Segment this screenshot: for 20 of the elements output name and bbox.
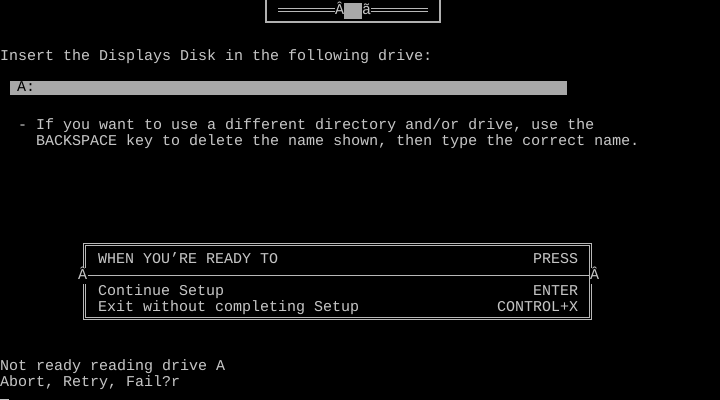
- console-text: Abort, Retry, Fail?r: [0, 374, 182, 391]
- option-text: Exit without completing Setup: [98, 300, 360, 316]
- key-text: CONTROL+X: [496, 300, 578, 316]
- column-header: WHEN YOU’RE READY TO: [98, 252, 278, 268]
- glyph-text: Â: [590, 268, 599, 284]
- text-cursor: [0, 398, 9, 400]
- double-line: [371, 8, 428, 12]
- drive-field[interactable]: A:: [10, 80, 567, 95]
- option-text: Continue Setup: [98, 284, 224, 300]
- glyph-text: ã: [362, 3, 372, 19]
- console-text: Not ready reading drive A: [0, 358, 226, 375]
- glyph-text: Â: [78, 268, 88, 284]
- key-text: ENTER: [532, 284, 578, 300]
- hint-text: If you want to use a different directory and/or drive, use the BACKSPACE key to delete the name shown, then type the correct name.: [36, 118, 640, 150]
- glyph-text: Â: [334, 3, 344, 19]
- double-line: [278, 8, 335, 12]
- prompt-text: Insert the Displays Disk in the following drive:: [0, 48, 434, 65]
- column-header: PRESS: [532, 252, 578, 268]
- highlight-block: [344, 3, 362, 19]
- bullet-dash: -: [18, 118, 28, 136]
